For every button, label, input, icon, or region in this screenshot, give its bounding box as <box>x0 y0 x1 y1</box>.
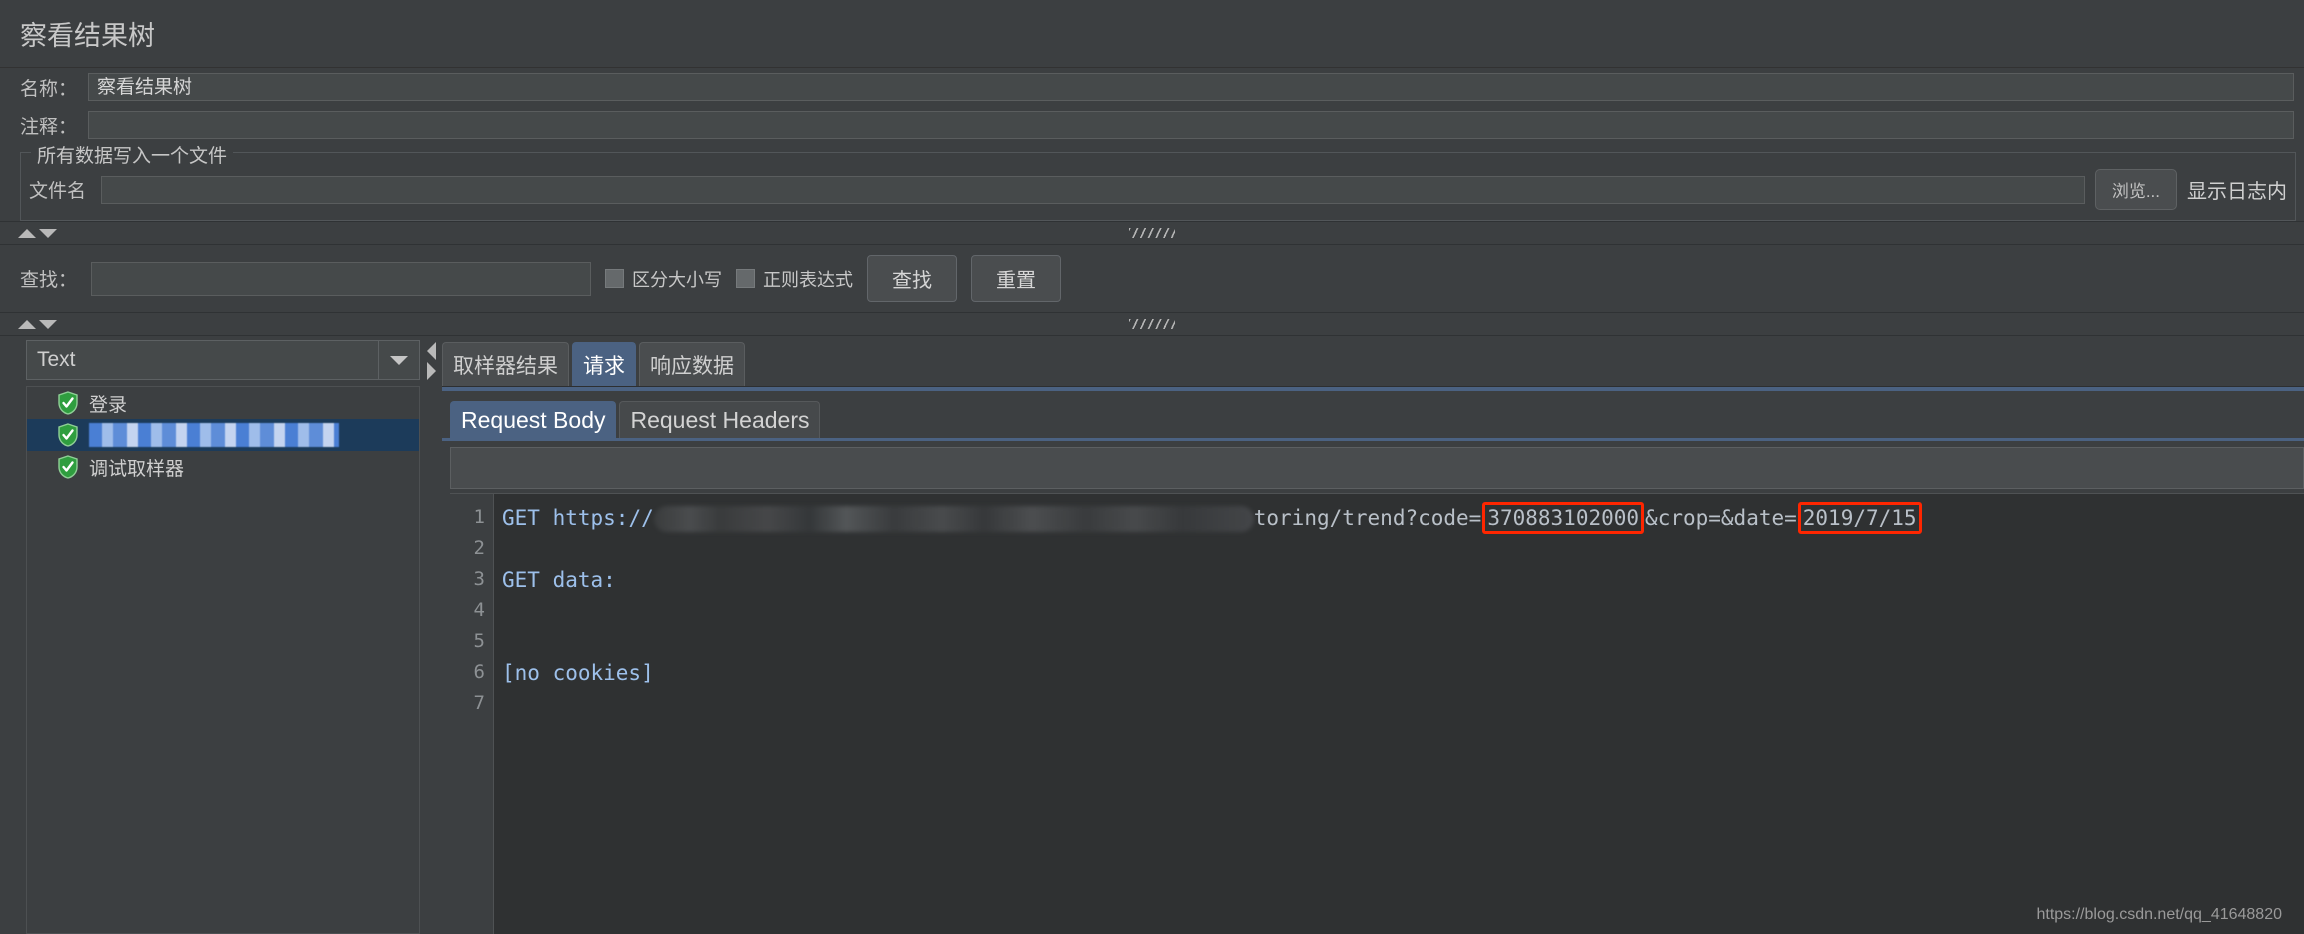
filename-label: 文件名 <box>29 181 87 202</box>
browse-button[interactable]: 浏览... <box>2094 169 2177 210</box>
result-tabs: 取样器结果 请求 响应数据 <box>442 336 2304 386</box>
tab-sampler-result[interactable]: 取样器结果 <box>442 342 569 386</box>
collapse-up-icon[interactable] <box>18 228 36 238</box>
tree-item-label: 调试取样器 <box>89 458 185 480</box>
name-input[interactable]: 察看结果树 <box>88 73 2294 101</box>
collapse-down-icon[interactable] <box>39 228 57 238</box>
code-line-6: [no cookies] <box>502 661 654 685</box>
write-all-data-to-file-group: 所有数据写入一个文件 文件名 浏览... 显示日志内 <box>20 141 2296 221</box>
highlighted-date-param: 2019/7/15 <box>1797 502 1922 534</box>
filename-row: 文件名 浏览... 显示日志内 <box>29 169 2287 210</box>
comment-row: 注释： <box>0 106 2304 144</box>
line-number-gutter: 1 2 3 4 5 6 7 <box>450 494 494 934</box>
collapse-up-icon[interactable] <box>18 319 36 329</box>
redacted-host <box>653 506 1254 532</box>
page-title: 察看结果树 <box>0 0 2304 68</box>
render-selector-value: Text <box>37 348 76 371</box>
tree-item-debug-sampler[interactable]: 调试取样器 <box>27 451 419 483</box>
tab-request-body[interactable]: Request Body <box>450 401 617 438</box>
line-number: 1 <box>473 506 485 528</box>
url-scheme: https:// <box>552 506 654 530</box>
success-shield-icon <box>58 423 78 447</box>
tab-response-data[interactable]: 响应数据 <box>639 342 745 386</box>
log-content-label: 显示日志内 <box>2187 181 2287 203</box>
find-button[interactable]: 查找 <box>867 255 958 302</box>
results-main-area: Text 登录 调试取样器 取样器结果 请求 响应数据 Request Body… <box>0 336 2304 934</box>
regex-label: 正则表达式 <box>763 269 854 290</box>
tree-item-label-redacted <box>89 423 339 447</box>
splitter-top-grip[interactable] <box>1129 228 1175 238</box>
highlighted-code-param: 370883102000 <box>1482 502 1645 534</box>
line-number: 3 <box>473 568 485 590</box>
filename-input[interactable] <box>101 175 2085 204</box>
editor-search-input[interactable] <box>450 447 2304 489</box>
request-body-code-area: 1 2 3 4 5 6 7 GET https:// toring/trend?c… <box>450 493 2304 934</box>
write-all-data-to-file-title: 所有数据写入一个文件 <box>31 141 234 168</box>
tab-request-headers[interactable]: Request Headers <box>619 401 821 438</box>
line-number: 7 <box>473 692 485 714</box>
url-path: toring/trend?code= <box>1253 506 1482 530</box>
collapse-right-icon[interactable] <box>426 362 436 380</box>
success-shield-icon <box>58 391 78 415</box>
render-selector[interactable]: Text <box>26 340 420 380</box>
line-number: 2 <box>473 537 485 559</box>
jmeter-view-results-tree-panel: 察看结果树 名称： 察看结果树 注释： 所有数据写入一个文件 文件名 浏览...… <box>0 0 2304 934</box>
splitter-bottom[interactable] <box>0 312 2304 336</box>
tree-item-label: 登录 <box>89 394 128 416</box>
collapse-left-icon[interactable] <box>426 342 436 360</box>
search-row: 查找： 区分大小写 正则表达式 查找 重置 <box>0 245 2304 312</box>
splitter-bottom-grip[interactable] <box>1129 319 1175 329</box>
chevron-down-icon <box>390 355 408 365</box>
success-shield-icon <box>58 455 78 479</box>
splitter-top[interactable] <box>0 221 2304 245</box>
comment-input[interactable] <box>88 111 2294 139</box>
regex-checkbox-wrap[interactable]: 正则表达式 <box>736 266 853 292</box>
tab-request[interactable]: 请求 <box>572 342 636 386</box>
splitter-top-arrows[interactable] <box>18 228 57 238</box>
search-input[interactable] <box>91 261 592 296</box>
request-subtabs: Request Body Request Headers <box>442 391 2304 438</box>
line-number: 5 <box>473 630 485 652</box>
right-pane: 取样器结果 请求 响应数据 Request Body Request Heade… <box>442 336 2304 934</box>
watermark: https://blog.csdn.net/qq_41648820 <box>2036 906 2282 923</box>
name-label: 名称： <box>20 78 78 100</box>
horizontal-splitter[interactable] <box>420 336 442 934</box>
reset-button[interactable]: 重置 <box>971 255 1062 302</box>
code-line-1: GET https:// toring/trend?code= 3708831020… <box>502 502 2304 534</box>
code-content[interactable]: GET https:// toring/trend?code= 3708831020… <box>494 494 2304 934</box>
splitter-bottom-arrows[interactable] <box>18 319 57 329</box>
comment-label: 注释： <box>20 116 78 138</box>
case-sensitive-label: 区分大小写 <box>632 269 723 290</box>
line-number: 6 <box>473 661 485 683</box>
case-sensitive-checkbox-wrap[interactable]: 区分大小写 <box>605 266 722 292</box>
line-number: 4 <box>473 599 485 621</box>
results-tree[interactable]: 登录 调试取样器 <box>26 386 420 934</box>
name-row: 名称： 察看结果树 <box>0 68 2304 106</box>
collapse-down-icon[interactable] <box>39 319 57 329</box>
url-mid: &crop=&date= <box>1645 506 1797 530</box>
left-pane: Text 登录 调试取样器 <box>20 336 420 934</box>
code-line-3: GET data: <box>502 568 616 592</box>
search-label: 查找： <box>20 270 78 291</box>
tree-item-login[interactable]: 登录 <box>27 387 419 419</box>
render-selector-arrow[interactable] <box>378 341 419 379</box>
http-method: GET <box>502 506 540 530</box>
regex-checkbox[interactable] <box>736 269 756 288</box>
request-subtabs-underline <box>442 438 2304 441</box>
tree-item-redacted[interactable] <box>27 419 419 451</box>
case-sensitive-checkbox[interactable] <box>605 269 625 288</box>
